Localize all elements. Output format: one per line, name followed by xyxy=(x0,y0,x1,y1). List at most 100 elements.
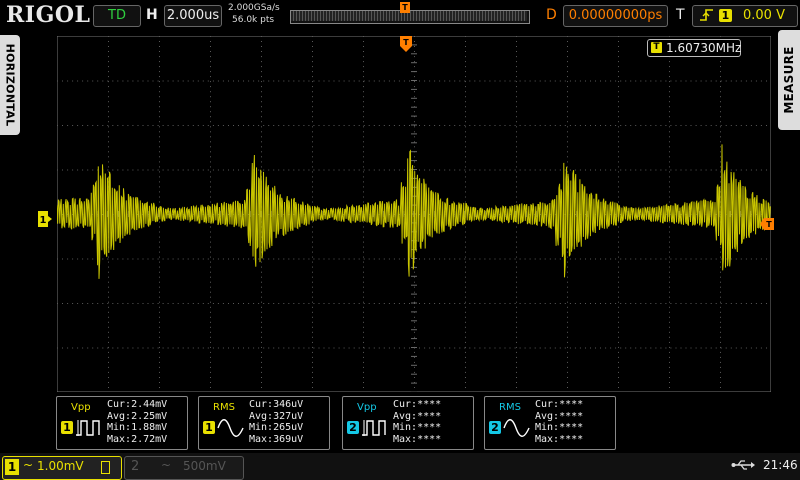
grid-dot xyxy=(261,326,262,328)
horizontal-side-tab[interactable]: HORIZONTAL xyxy=(0,35,20,135)
grid-dot xyxy=(669,236,670,238)
grid-dot xyxy=(516,91,517,93)
grid-dot xyxy=(102,303,104,304)
channel1-tab[interactable]: 1 ~ 1.00mV xyxy=(2,456,122,480)
grid-dot xyxy=(87,125,89,126)
grid-dot xyxy=(363,86,364,88)
grid-dot xyxy=(343,125,345,126)
grid-dot xyxy=(610,80,612,82)
grid-dot xyxy=(192,303,194,304)
measurement-rms-ch1[interactable]: RMS 1 Cur:346uV Avg:327uV Min:265uV Max:369… xyxy=(198,396,330,450)
grid-dot xyxy=(333,347,335,349)
grid-dot xyxy=(465,377,466,378)
grid-dot xyxy=(261,136,262,138)
grid-dot xyxy=(202,258,204,260)
measurement-vpp-ch2[interactable]: Vpp 2 Cur:**** Avg:**** Min:**** Max:**** xyxy=(342,396,474,450)
grid-dot xyxy=(312,231,313,233)
grid-dot xyxy=(137,125,139,126)
grid-dot xyxy=(735,258,737,260)
grid-dot xyxy=(312,181,313,183)
measurement-channel-badge: 2 xyxy=(347,421,359,434)
trigger-position-marker[interactable]: T xyxy=(400,36,412,56)
grid-dot xyxy=(549,169,551,171)
grid-dot xyxy=(465,387,466,388)
grid-dot xyxy=(107,347,109,349)
grid-dot xyxy=(210,81,211,83)
grid-dot xyxy=(516,291,517,293)
grid-dot xyxy=(567,311,568,313)
grid-dot xyxy=(102,80,104,82)
grid-dot xyxy=(465,56,466,58)
grid-dot xyxy=(177,347,179,349)
grid-dot xyxy=(253,125,255,126)
grid-dot xyxy=(312,86,313,88)
grid-dot xyxy=(424,169,426,171)
grid-dot xyxy=(162,80,164,82)
grid-dot xyxy=(363,126,364,128)
measure-side-tab-label: MEASURE xyxy=(782,46,796,114)
grid-dot xyxy=(469,258,471,260)
grid-dot xyxy=(720,311,721,313)
grid-dot xyxy=(419,125,420,126)
grid-dot xyxy=(108,256,109,258)
grid-dot xyxy=(152,169,154,171)
grid-dot xyxy=(77,169,79,171)
grid-dot xyxy=(669,66,670,68)
grid-dot xyxy=(567,251,568,253)
grid-dot xyxy=(112,347,114,349)
grid-dot xyxy=(233,347,234,349)
grid-dot xyxy=(516,246,517,248)
grid-dot xyxy=(449,125,451,126)
grid-dot xyxy=(655,347,657,349)
measure-side-tab[interactable]: MEASURE xyxy=(778,30,800,130)
run-status-badge[interactable]: TD xyxy=(93,5,141,27)
grid-dot xyxy=(564,80,566,82)
grid-dot xyxy=(429,125,431,126)
channel2-number: 2 xyxy=(131,459,140,474)
grid-dot xyxy=(720,256,721,258)
grid-dot xyxy=(261,86,262,88)
grid-dot xyxy=(567,66,568,68)
waveform-display[interactable] xyxy=(57,36,771,392)
grid-dot xyxy=(514,80,516,82)
grid-dot xyxy=(373,125,375,126)
grid-dot xyxy=(669,91,670,93)
grid-dot xyxy=(414,91,415,93)
grid-dot xyxy=(308,303,310,304)
grid-dot xyxy=(363,56,364,58)
grid-dot xyxy=(465,116,466,118)
grid-dot xyxy=(348,303,350,304)
grid-dot xyxy=(312,377,313,378)
trigger-level-marker[interactable]: T xyxy=(760,218,774,230)
grid-dot xyxy=(353,169,355,171)
measurement-rms-ch2[interactable]: RMS 2 Cur:**** Avg:**** Min:**** Max:**** xyxy=(484,396,616,450)
delay-value[interactable]: 0.00000000ps xyxy=(563,5,668,27)
grid-dot xyxy=(465,171,466,173)
grid-dot xyxy=(516,136,517,138)
grid-dot xyxy=(615,303,617,304)
grid-dot xyxy=(159,296,160,298)
grid-dot xyxy=(108,101,109,103)
grid-dot xyxy=(449,303,451,304)
grid-dot xyxy=(660,125,662,126)
grid-dot xyxy=(524,125,526,126)
grid-dot xyxy=(579,125,581,126)
grid-dot xyxy=(312,51,313,52)
grid-dot xyxy=(238,169,239,171)
grid-dot xyxy=(559,303,561,304)
grid-dot xyxy=(92,125,94,126)
grid-dot xyxy=(403,80,405,82)
measurement-vpp-ch1[interactable]: Vpp 1 Cur:2.44mV Avg:2.25mV Min:1.88mV Max:… xyxy=(56,396,188,450)
grid-dot xyxy=(669,261,670,263)
grid-dot xyxy=(182,303,184,304)
grid-dot xyxy=(363,46,364,47)
grid-dot xyxy=(635,80,637,82)
grid-dot xyxy=(273,169,275,171)
timebase-value[interactable]: 2.000us xyxy=(164,5,222,27)
channel2-tab[interactable]: 2 ~ 500mV xyxy=(124,456,244,480)
grid-dot xyxy=(207,169,209,171)
channel1-offset-marker[interactable]: 1 xyxy=(38,211,52,227)
grid-dot xyxy=(152,80,154,82)
trigger-settings[interactable]: 1 0.00 V xyxy=(692,5,798,27)
grid-dot xyxy=(414,126,415,128)
